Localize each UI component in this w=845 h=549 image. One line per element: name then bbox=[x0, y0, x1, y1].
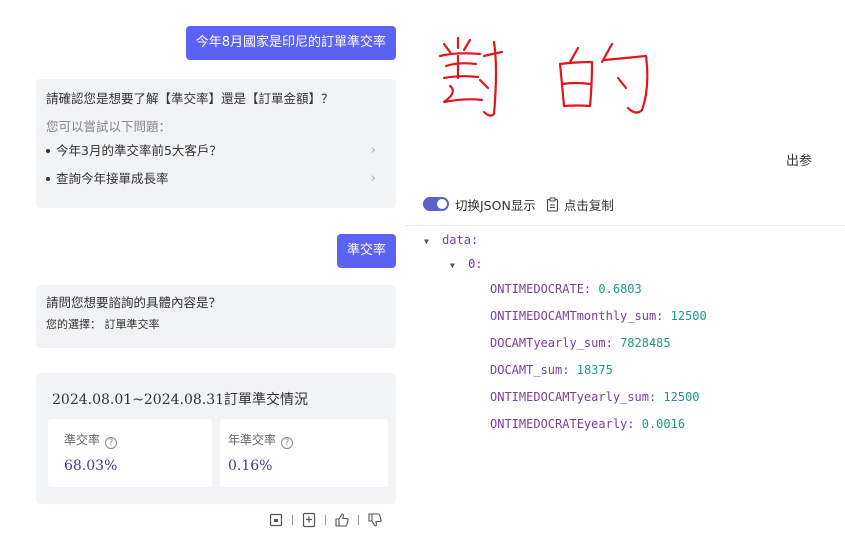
user-message-2: 準交率 bbox=[336, 234, 396, 268]
json-fields: ONTIMEDOCRATE: 0.6803 ONTIMEDOCAMTmonthl… bbox=[490, 281, 707, 443]
json-value: 12500 bbox=[663, 390, 700, 404]
metric-label: 準交率? bbox=[64, 431, 118, 449]
divider bbox=[358, 515, 359, 525]
json-key: ONTIMEDOCRATEyearly: bbox=[490, 417, 635, 431]
suggestion-hint: 您可以嘗試以下問題： bbox=[46, 119, 172, 134]
thumbs-down-icon[interactable] bbox=[367, 512, 383, 528]
chevron-right-icon: › bbox=[370, 143, 376, 158]
json-value: 12500 bbox=[670, 309, 707, 323]
followup-card: 請問您想要諮詢的具體內容是？ 您的選擇： 訂單準交率 bbox=[36, 285, 396, 348]
suggestion-item-2-text: 查詢今年接單成長率 bbox=[56, 171, 169, 186]
json-field-row: DOCAMT_sum: 18375 bbox=[490, 362, 707, 389]
toggle-json-label[interactable]: 切换JSON显示 bbox=[455, 195, 536, 214]
suggestion-item-2[interactable]: 查詢今年接單成長率 › bbox=[46, 165, 386, 193]
result-card: 2024.08.01~2024.08.31訂單準交情況 準交率? 68.03% … bbox=[36, 373, 396, 504]
json-toolbar: 切换JSON显示 点击复制 bbox=[423, 194, 614, 214]
caret-down-icon[interactable]: ▼ bbox=[424, 237, 429, 246]
json-key: ONTIMEDOCAMTyearly_sum: bbox=[490, 390, 657, 404]
copy-label[interactable]: 点击复制 bbox=[564, 195, 614, 214]
json-key: DOCAMTyearly_sum: bbox=[490, 336, 613, 350]
json-field-row: ONTIMEDOCAMTmonthly_sum: 12500 bbox=[490, 308, 707, 335]
thumbs-up-icon[interactable] bbox=[334, 512, 350, 528]
json-tree: ▼ data: ▼ 0: bbox=[424, 232, 483, 272]
help-icon[interactable]: ? bbox=[281, 437, 294, 449]
json-key: data: bbox=[442, 233, 479, 247]
json-value: 7828485 bbox=[620, 336, 671, 350]
json-field-row: ONTIMEDOCRATE: 0.6803 bbox=[490, 281, 707, 308]
clarify-question: 請確認您是想要了解【準交率】還是【訂單金額】？ bbox=[46, 91, 334, 106]
user-message-2-text: 準交率 bbox=[346, 243, 386, 258]
metric-box-yearly-rate: 年準交率? 0.16% bbox=[220, 419, 388, 487]
help-icon[interactable]: ? bbox=[105, 437, 118, 449]
divider bbox=[292, 515, 293, 525]
bullet-dot bbox=[46, 177, 50, 181]
your-choice: 您的選擇： 訂單準交率 bbox=[46, 318, 160, 331]
json-field-row: ONTIMEDOCAMTyearly_sum: 12500 bbox=[490, 389, 707, 416]
json-key: ONTIMEDOCAMTmonthly_sum: bbox=[490, 309, 664, 323]
message-action-bar bbox=[268, 512, 383, 528]
metric-label-text: 準交率 bbox=[64, 433, 101, 447]
result-title: 2024.08.01~2024.08.31訂單準交情況 bbox=[52, 392, 309, 408]
bookmark-add-icon[interactable] bbox=[301, 512, 317, 528]
json-value: 18375 bbox=[576, 363, 613, 377]
handwritten-annotation bbox=[436, 28, 666, 123]
user-message-1-text: 今年8月國家是印尼的訂單準交率 bbox=[195, 35, 386, 50]
json-field-row: DOCAMTyearly_sum: 7828485 bbox=[490, 335, 707, 362]
suggestion-item-1-text: 今年3月的準交率前5大客戶？ bbox=[56, 143, 222, 158]
json-key: ONTIMEDOCRATE: bbox=[490, 282, 592, 296]
metric-box-ontime-rate: 準交率? 68.03% bbox=[48, 419, 212, 487]
json-index-row[interactable]: ▼ 0: bbox=[450, 256, 483, 272]
params-label: 出参 bbox=[786, 154, 813, 169]
json-value: 0.6803 bbox=[598, 282, 642, 296]
followup-question: 請問您想要諮詢的具體內容是？ bbox=[46, 295, 222, 310]
divider bbox=[325, 515, 326, 525]
copy-icon[interactable] bbox=[546, 197, 559, 212]
metric-label: 年準交率? bbox=[228, 431, 294, 449]
chevron-right-icon: › bbox=[370, 171, 376, 186]
clarify-card: 請確認您是想要了解【準交率】還是【訂單金額】？ 您可以嘗試以下問題： 今年3月的… bbox=[36, 79, 396, 208]
save-icon[interactable] bbox=[268, 512, 284, 528]
json-key: DOCAMT_sum: bbox=[490, 363, 570, 377]
metric-value: 0.16% bbox=[228, 458, 273, 474]
json-key: 0: bbox=[468, 257, 483, 271]
metric-value: 68.03% bbox=[64, 458, 118, 474]
user-message-1: 今年8月國家是印尼的訂單準交率 bbox=[185, 26, 396, 60]
caret-down-icon[interactable]: ▼ bbox=[450, 261, 455, 270]
json-value: 0.0016 bbox=[641, 417, 686, 431]
json-field-row: ONTIMEDOCRATEyearly: 0.0016 bbox=[490, 416, 707, 443]
metric-label-text: 年準交率 bbox=[228, 433, 277, 447]
json-root-row[interactable]: ▼ data: bbox=[424, 232, 483, 248]
json-toggle-switch[interactable] bbox=[423, 197, 449, 211]
suggestion-item-1[interactable]: 今年3月的準交率前5大客戶？ › bbox=[46, 137, 386, 165]
bullet-dot bbox=[46, 149, 50, 153]
panel-divider bbox=[405, 225, 845, 226]
